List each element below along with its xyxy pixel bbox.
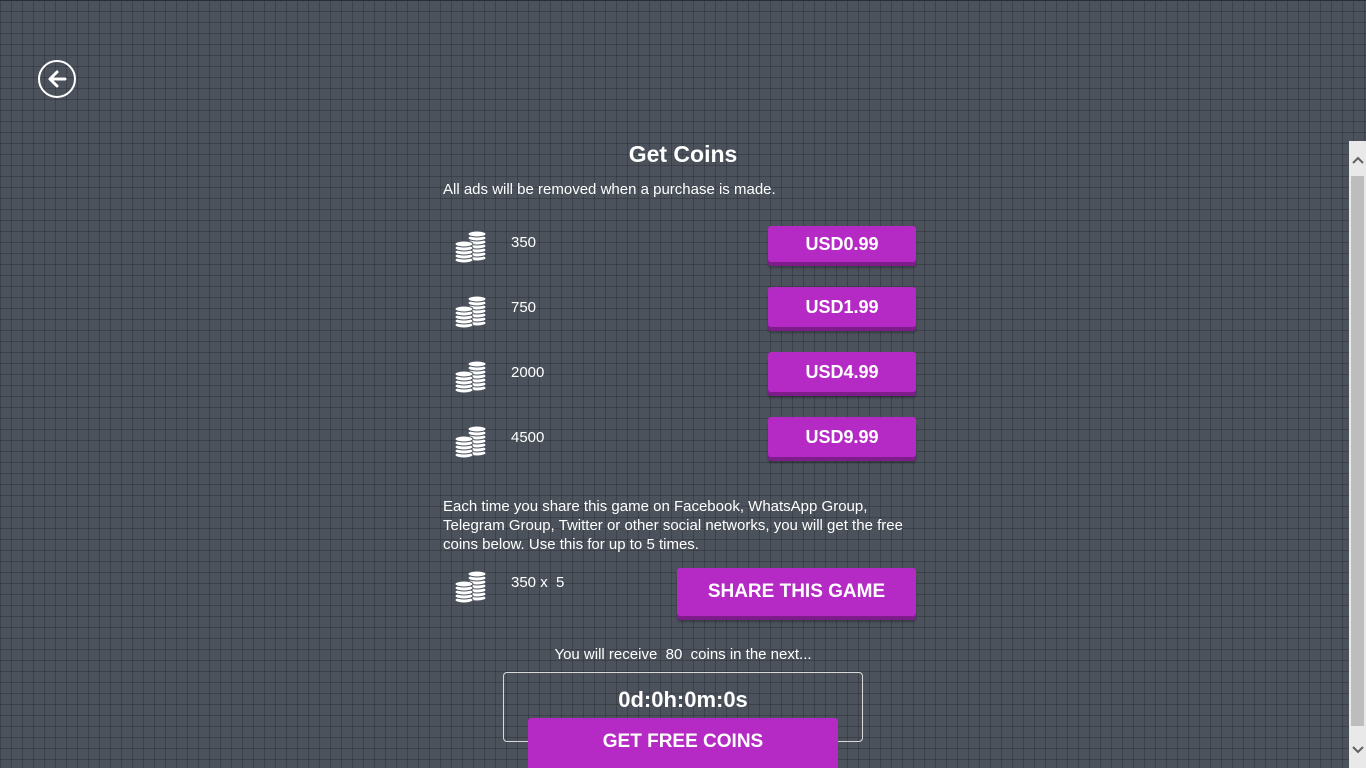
- coin-stack-icon: [454, 425, 487, 459]
- chevron-up-icon: [1351, 156, 1364, 164]
- share-description: Each time you share this game on Faceboo…: [443, 498, 903, 553]
- share-reward-amount: 350 x 5: [511, 574, 565, 591]
- coin-package-row: 2000 USD4.99: [443, 352, 916, 402]
- scroll-thumb[interactable]: [1351, 176, 1364, 726]
- coin-amount: 4500: [511, 429, 545, 446]
- buy-350-coins-button[interactable]: USD0.99: [768, 226, 916, 262]
- coin-stack-icon: [454, 360, 487, 394]
- share-this-game-button[interactable]: SHARE THIS GAME: [677, 568, 916, 616]
- countdown-timer: 0d:0h:0m:0s: [618, 687, 748, 712]
- coin-stack-icon: [454, 295, 487, 329]
- ads-notice: All ads will be removed when a purchase …: [443, 181, 776, 198]
- scroll-up-button[interactable]: [1349, 151, 1366, 168]
- coin-stack-icon: [454, 230, 487, 264]
- free-coins-notice: You will receive 80 coins in the next...: [554, 646, 812, 663]
- top-border: [0, 0, 1366, 1]
- coin-amount: 750: [511, 299, 537, 316]
- buy-4500-coins-button[interactable]: USD9.99: [768, 417, 916, 457]
- coin-package-row: 4500 USD9.99: [443, 417, 916, 467]
- chevron-down-icon: [1351, 745, 1364, 753]
- vertical-scrollbar[interactable]: [1349, 141, 1366, 768]
- buy-750-coins-button[interactable]: USD1.99: [768, 287, 916, 327]
- coin-stack-icon: [454, 570, 487, 604]
- share-reward-row: 350 x 5 SHARE THIS GAME: [443, 566, 916, 622]
- buy-2000-coins-button[interactable]: USD4.99: [768, 352, 916, 392]
- back-button[interactable]: [38, 60, 76, 98]
- get-free-coins-button[interactable]: GET FREE COINS: [528, 718, 838, 768]
- arrow-left-icon: [48, 70, 67, 88]
- page-title: Get Coins: [628, 141, 738, 167]
- scroll-down-button[interactable]: [1349, 741, 1366, 758]
- coin-amount: 350: [511, 234, 537, 251]
- coin-package-row: 350 USD0.99: [443, 226, 916, 276]
- coin-amount: 2000: [511, 364, 545, 381]
- coin-package-row: 750 USD1.99: [443, 287, 916, 337]
